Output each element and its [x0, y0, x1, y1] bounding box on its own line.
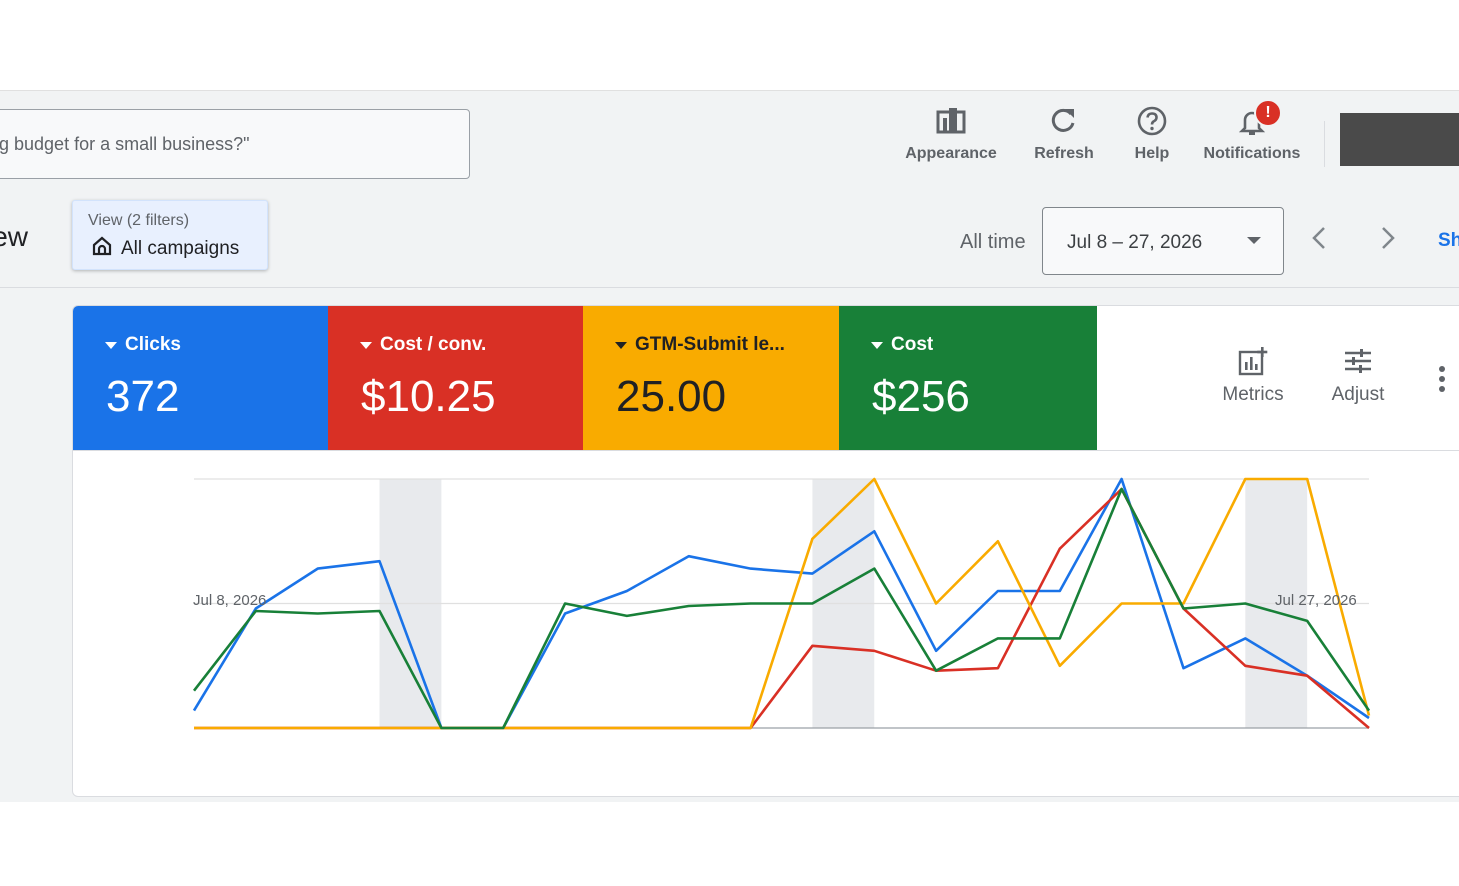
metric-name: Cost / conv. — [380, 334, 487, 355]
series-line — [192, 487, 1371, 730]
page-title: iew — [0, 221, 29, 252]
row-divider — [0, 287, 1459, 288]
metric-tile-cost[interactable]: Cost $256 — [839, 306, 1097, 450]
x-axis-end-label: Jul 27, 2026 — [1275, 592, 1357, 609]
home-icon — [91, 235, 113, 263]
notifications-button[interactable]: Notifications — [1198, 105, 1306, 165]
notification-badge: ! — [1254, 99, 1282, 127]
appearance-button[interactable]: Appearance — [902, 105, 1000, 165]
account-button[interactable] — [1340, 113, 1459, 166]
dropdown-arrow-icon — [360, 341, 372, 349]
performance-card: Clicks 372 Cost / conv. $10.25 GTM-Submi… — [72, 305, 1459, 797]
date-range-dropdown[interactable]: Jul 8 – 27, 2026 — [1042, 207, 1284, 275]
more-vert-icon — [1439, 366, 1445, 392]
metrics-label: Metrics — [1222, 384, 1284, 405]
chevron-left-icon — [1312, 227, 1325, 249]
search-text: g budget for a small business?" — [0, 134, 250, 154]
date-range-value: Jul 8 – 27, 2026 — [1067, 232, 1203, 253]
adjust-icon — [1345, 349, 1371, 373]
help-icon — [1126, 105, 1178, 137]
x-axis-start-label: Jul 8, 2026 — [193, 592, 267, 609]
dropdown-arrow-icon — [615, 341, 627, 349]
help-button[interactable]: Help — [1126, 105, 1178, 165]
metric-tile-cost-per-conv[interactable]: Cost / conv. $10.25 — [328, 306, 584, 450]
appearance-label: Appearance — [905, 145, 997, 162]
adjust-button[interactable]: Adjust — [1323, 346, 1393, 406]
dropdown-arrow-icon — [871, 341, 883, 349]
show-link[interactable]: Sh — [1438, 230, 1459, 252]
previous-period-button[interactable] — [1305, 223, 1335, 253]
help-label: Help — [1134, 145, 1170, 162]
refresh-icon — [1030, 105, 1098, 137]
notifications-icon — [1198, 105, 1306, 137]
view-filter-chip[interactable]: View (2 filters) All campaigns — [72, 200, 268, 270]
dropdown-arrow-icon — [105, 341, 117, 349]
next-period-button[interactable] — [1372, 223, 1402, 253]
metric-name: Clicks — [125, 334, 181, 355]
date-range-label: All time — [960, 231, 1026, 253]
refresh-button[interactable]: Refresh — [1030, 105, 1098, 165]
metric-tile-clicks[interactable]: Clicks 372 — [73, 306, 329, 450]
search-input[interactable]: g budget for a small business?" — [0, 109, 470, 179]
adjust-label: Adjust — [1331, 384, 1385, 405]
metrics-icon — [1238, 347, 1268, 376]
chevron-down-icon — [1247, 237, 1261, 244]
notifications-label: Notifications — [1203, 145, 1301, 162]
view-filter-label: All campaigns — [121, 238, 240, 259]
metric-value: 372 — [106, 372, 180, 421]
metric-value: $10.25 — [361, 372, 496, 421]
metrics-button[interactable]: Metrics — [1213, 346, 1293, 406]
view-filter-sublabel: View (2 filters) — [88, 212, 190, 229]
chevron-right-icon — [1382, 227, 1395, 249]
metric-name: GTM-Submit le... — [635, 334, 785, 355]
metric-name: Cost — [891, 334, 934, 355]
app-shell: g budget for a small business?" Appearan… — [0, 90, 1459, 802]
refresh-label: Refresh — [1034, 145, 1094, 162]
more-options-button[interactable] — [1437, 364, 1447, 394]
header-divider — [1324, 121, 1325, 167]
metric-value: $256 — [872, 372, 970, 421]
metric-tile-gtm-submit[interactable]: GTM-Submit le... 25.00 — [583, 306, 839, 450]
appearance-icon — [902, 105, 1000, 137]
metric-value: 25.00 — [616, 372, 727, 421]
performance-chart — [192, 477, 1371, 730]
